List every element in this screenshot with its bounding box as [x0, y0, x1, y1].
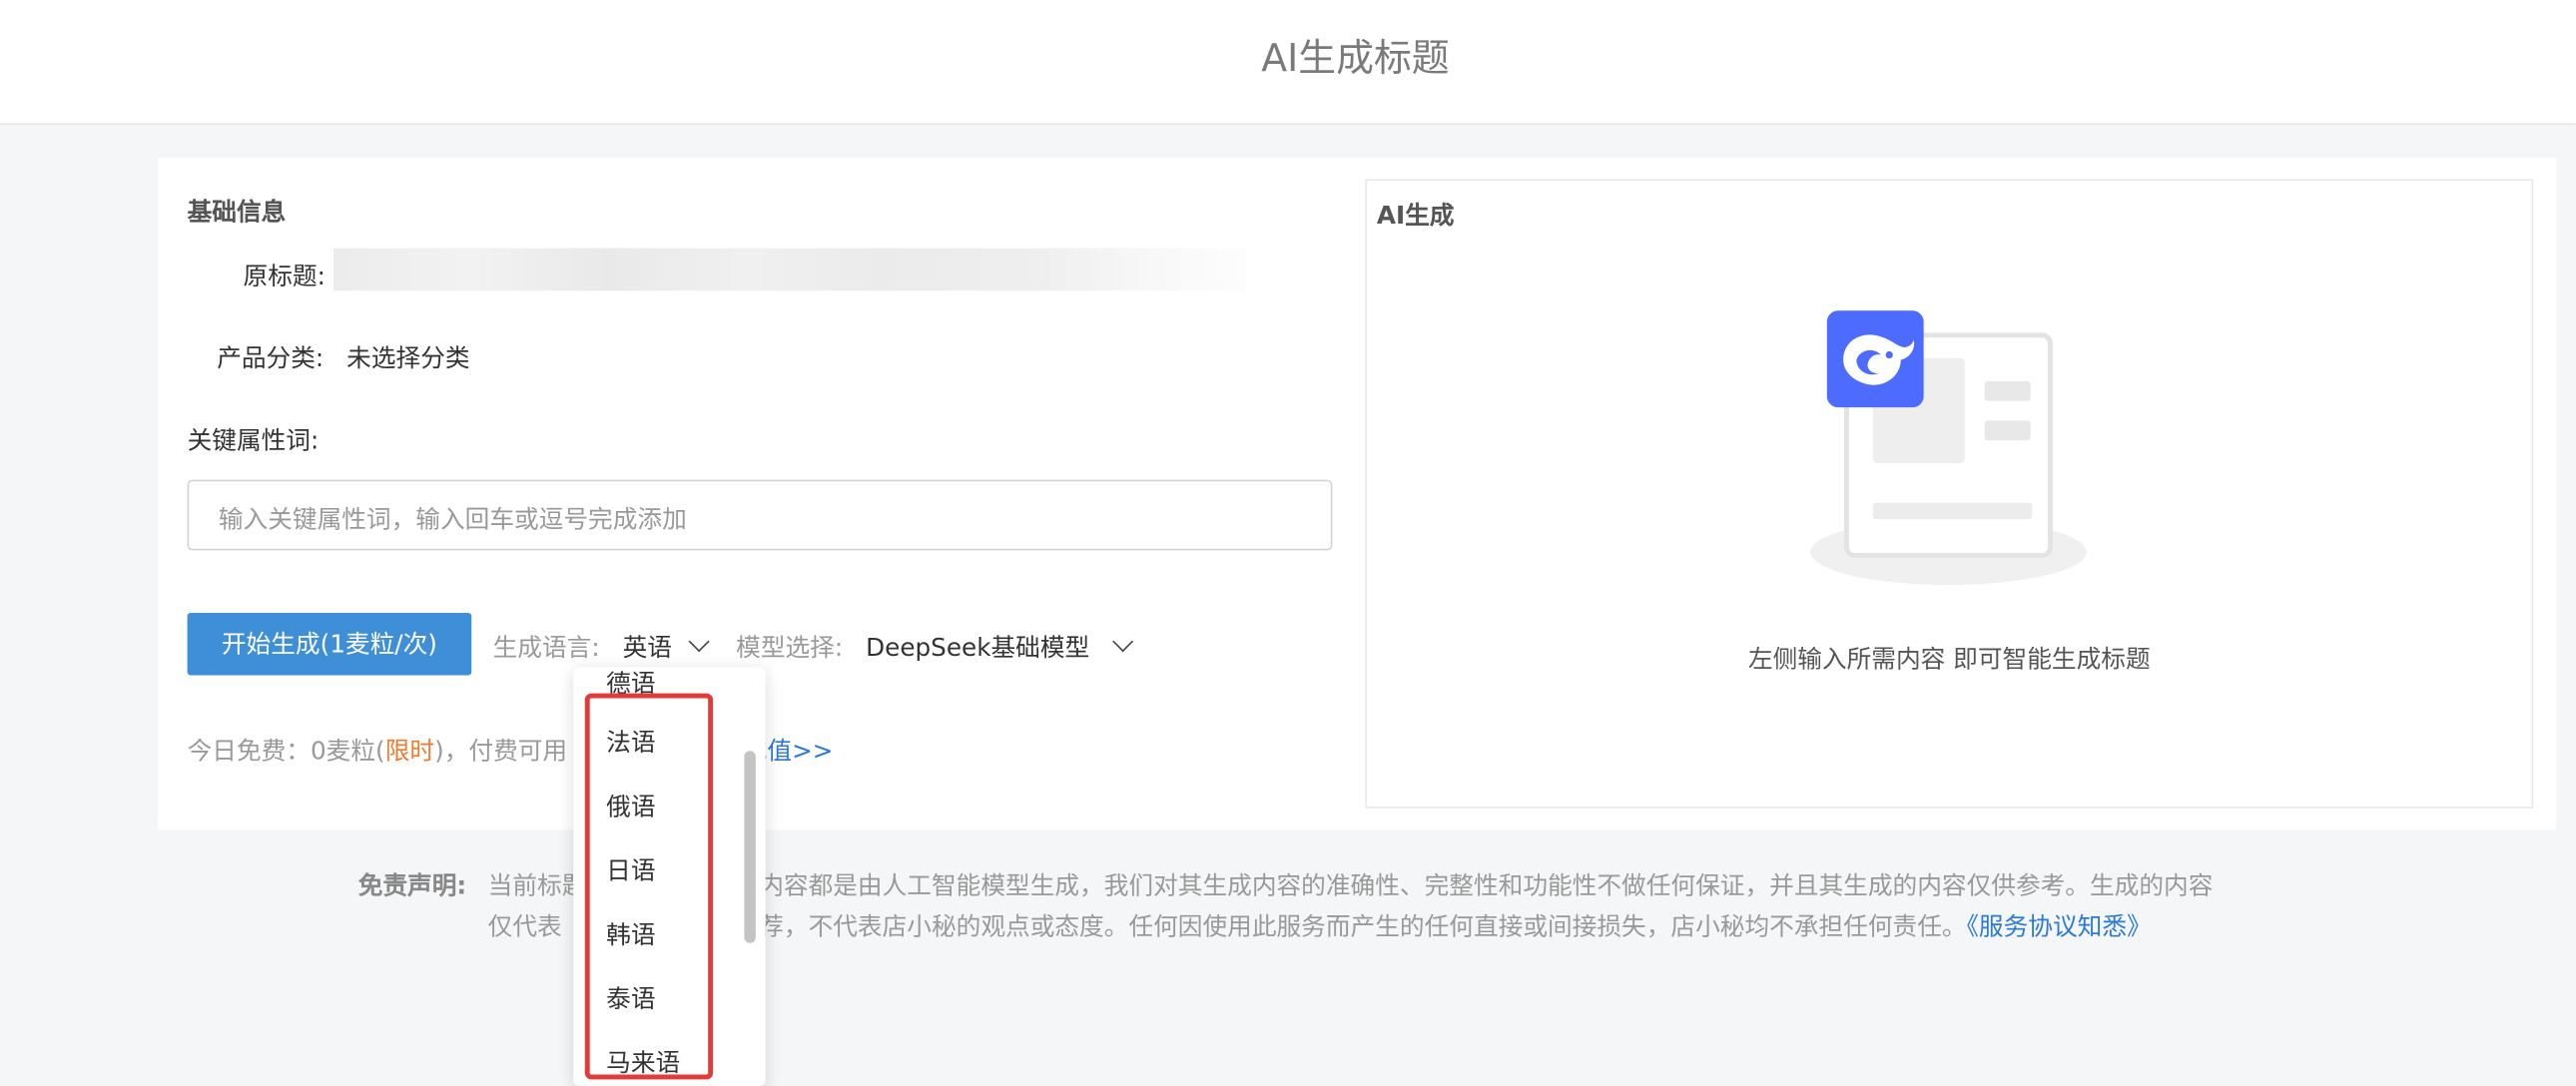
- dropdown-scrollbar[interactable]: [744, 751, 756, 943]
- empty-state-text: 左侧输入所需内容 即可智能生成标题: [1747, 644, 2151, 674]
- start-generate-button[interactable]: 开始生成(1麦粒/次): [187, 612, 472, 676]
- keywords-placeholder: 输入关键属性词，输入回车或逗号完成添加: [218, 504, 687, 534]
- model-label: 模型选择:: [736, 632, 844, 663]
- quota-text: 今日免费：0麦粒(限时)，付费可用: [187, 736, 568, 767]
- keywords-input[interactable]: 输入关键属性词，输入回车或逗号完成添加: [187, 479, 1333, 551]
- ai-panel-title: AI生成: [1376, 200, 1455, 231]
- basic-info-title: 基础信息: [187, 197, 287, 228]
- category-label: 产品分类:: [217, 343, 324, 373]
- original-title-value-redacted: [333, 248, 1247, 291]
- service-agreement-link[interactable]: 《服务协议知悉》: [1967, 912, 2152, 942]
- limited-badge: 限时: [384, 736, 435, 767]
- options-highlight-box: [584, 693, 714, 1080]
- page-title: AI生成标题: [1261, 37, 1450, 81]
- original-title-label: 原标题:: [243, 261, 325, 291]
- model-select[interactable]: DeepSeek基础模型: [866, 629, 1089, 664]
- language-label: 生成语言:: [492, 632, 600, 663]
- language-select[interactable]: 英语: [623, 629, 672, 664]
- category-value[interactable]: 未选择分类: [346, 340, 469, 375]
- keywords-label: 关键属性词:: [187, 425, 320, 455]
- disclaimer-label: 免责声明:: [357, 870, 467, 901]
- deepseek-whale-icon: [1826, 310, 1924, 408]
